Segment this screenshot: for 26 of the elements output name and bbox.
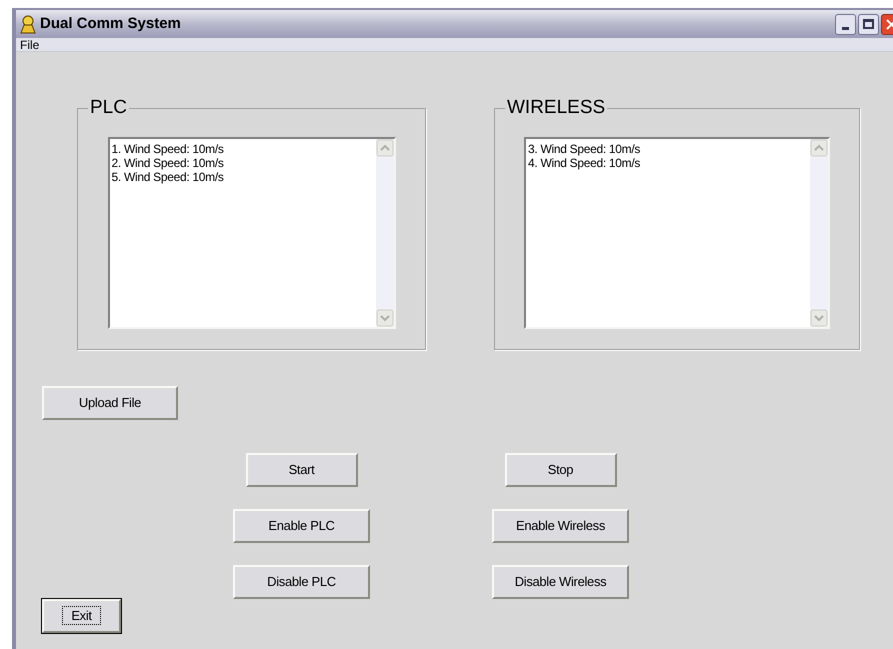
button[interactable]: Enable Wireless <box>492 509 629 543</box>
minimize-button[interactable] <box>835 14 856 34</box>
button[interactable]: Stop <box>504 453 616 487</box>
button[interactable]: Disable PLC <box>233 565 370 599</box>
list-item[interactable]: 3. Wind Speed: 10m/s <box>528 142 810 156</box>
list-box[interactable]: 3. Wind Speed: 10m/s 4. Wind Speed: 10m/s <box>524 137 830 329</box>
scroll-up-icon <box>376 139 394 157</box>
list-item[interactable]: 2. Wind Speed: 10m/s <box>112 156 376 170</box>
window-title: Dual Comm System <box>40 14 181 34</box>
list-item[interactable]: 5. Wind Speed: 10m/s <box>112 170 376 184</box>
scroll-down-icon <box>376 309 394 327</box>
button[interactable]: Start <box>246 453 358 487</box>
maximize-button[interactable] <box>858 14 879 34</box>
menu-item[interactable]: File <box>20 38 40 52</box>
scrollbar[interactable] <box>810 139 828 327</box>
button[interactable]: Disable Wireless <box>492 565 629 599</box>
button[interactable]: Upload File <box>42 386 178 420</box>
button[interactable]: Enable PLC <box>233 509 370 543</box>
scroll-down-icon <box>810 309 828 327</box>
list-item[interactable]: 1. Wind Speed: 10m/s <box>112 142 376 156</box>
scrollbar[interactable] <box>376 139 394 327</box>
app-icon <box>18 14 38 34</box>
list-box[interactable]: 1. Wind Speed: 10m/s 2. Wind Speed: 10m/s 5. Wind Speed: 10m/s <box>108 137 396 329</box>
scroll-up-icon <box>810 139 828 157</box>
button[interactable]: Exit <box>42 599 121 633</box>
list-item[interactable]: 4. Wind Speed: 10m/s <box>528 156 810 170</box>
